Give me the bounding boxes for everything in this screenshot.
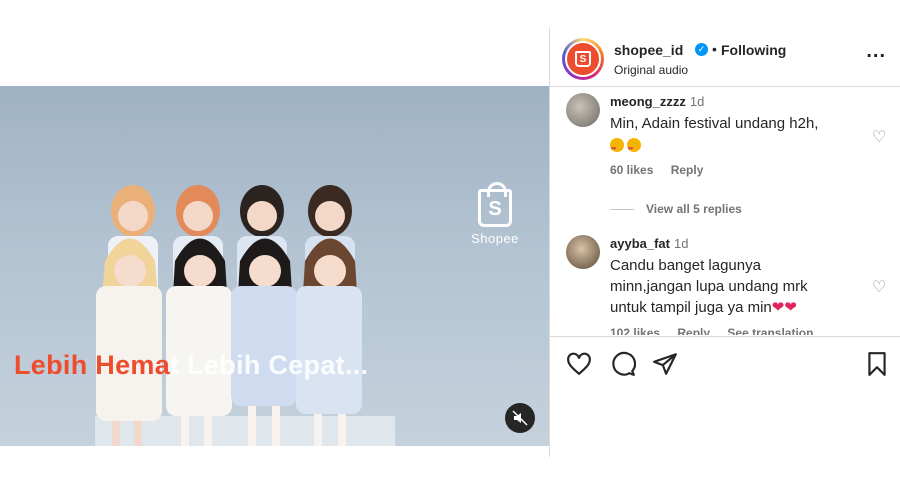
video-caption: Lebih Hemat Lebih Cepat... bbox=[14, 350, 368, 381]
reel-video[interactable]: S Shopee Lebih Hemat Lebih Cepat... bbox=[0, 86, 549, 446]
comment-time: 1d bbox=[689, 94, 705, 109]
separator-dot: • bbox=[712, 41, 717, 57]
post-header: S shopee_id ✓ • Following Original audio… bbox=[562, 38, 892, 84]
see-translation-button[interactable]: See translation bbox=[727, 326, 813, 335]
comments-list[interactable]: meong_zzzz 1d Min, Adain festival undang … bbox=[550, 87, 900, 335]
like-heart-icon[interactable]: ♡ bbox=[872, 127, 888, 146]
reply-button[interactable]: Reply bbox=[677, 326, 710, 335]
avatar[interactable] bbox=[566, 93, 600, 127]
comment-meta: 60 likes Reply bbox=[610, 163, 872, 177]
reply-button[interactable]: Reply bbox=[671, 163, 704, 177]
view-replies-button[interactable]: View all 5 replies bbox=[610, 202, 742, 216]
verified-badge-icon: ✓ bbox=[695, 43, 708, 56]
comment-text: Candu banget lagunya minn,jangan lupa un… bbox=[610, 257, 808, 316]
likes-count[interactable]: 102 likes bbox=[610, 326, 660, 335]
more-options-icon[interactable]: ... bbox=[866, 40, 886, 63]
like-heart-icon[interactable]: ♡ bbox=[872, 277, 888, 296]
following-button[interactable]: Following bbox=[721, 42, 786, 58]
mute-button[interactable] bbox=[505, 403, 535, 433]
comment-meta: 102 likes Reply See translation bbox=[610, 326, 872, 335]
comment-username[interactable]: meong_zzzz bbox=[610, 94, 686, 109]
like-heart-icon[interactable] bbox=[566, 351, 592, 377]
caption-rest: t Lebih Cepat... bbox=[170, 350, 369, 380]
shopee-bag-icon: S bbox=[575, 51, 591, 67]
comment-bubble-icon[interactable] bbox=[610, 351, 636, 377]
actions-divider bbox=[550, 336, 900, 337]
heart-eyes-emoji-icon bbox=[627, 138, 641, 160]
heart-eyes-emoji-icon bbox=[610, 138, 624, 160]
caption-highlight: Lebih Hema bbox=[14, 350, 171, 380]
bookmark-save-icon[interactable] bbox=[864, 351, 890, 377]
avatar[interactable] bbox=[566, 235, 600, 269]
red-hearts-emoji: ❤❤ bbox=[771, 299, 797, 316]
share-send-icon[interactable] bbox=[652, 351, 678, 377]
post-actions bbox=[566, 351, 888, 379]
group-photo bbox=[96, 185, 362, 446]
comment-time: 1d bbox=[673, 236, 689, 251]
likes-count[interactable]: 60 likes bbox=[610, 163, 653, 177]
muted-speaker-icon bbox=[512, 410, 528, 426]
comment-username[interactable]: ayyba_fat bbox=[610, 236, 670, 251]
shopping-bag-icon: S bbox=[478, 182, 512, 227]
logo-wordmark: Shopee bbox=[471, 231, 519, 246]
avatar[interactable]: S bbox=[562, 38, 604, 80]
comment-text: Min, Adain festival undang h2h, bbox=[610, 113, 872, 160]
audio-link[interactable]: Original audio bbox=[614, 63, 688, 77]
shopee-logo: S Shopee bbox=[470, 182, 520, 246]
username-link[interactable]: shopee_id bbox=[614, 42, 683, 58]
